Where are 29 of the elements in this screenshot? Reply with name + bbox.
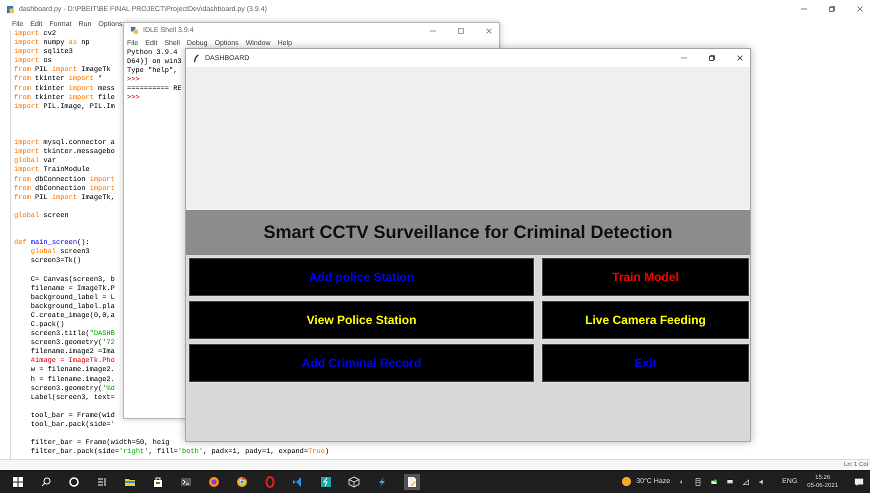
ring-icon[interactable] [264, 476, 276, 488]
circle-icon[interactable] [68, 476, 80, 488]
browser-icon[interactable] [236, 476, 248, 488]
menu-button[interactable]: View Police Station [189, 301, 534, 339]
sun-icon [621, 476, 632, 487]
maximize-icon[interactable] [457, 26, 465, 34]
terminal-icon[interactable] [180, 476, 192, 488]
menu-button[interactable]: Train Model [542, 258, 749, 296]
app-heading: Smart CCTV Surveillance for Criminal Detection [263, 222, 673, 243]
python-icon [130, 26, 139, 35]
lightning-tile-icon[interactable] [320, 476, 332, 488]
lightning-icon[interactable] [376, 476, 388, 488]
network-icon[interactable] [742, 478, 750, 486]
feather-icon [192, 54, 201, 62]
menu-button[interactable]: Live Camera Feeding [542, 301, 749, 339]
file-edit-icon[interactable] [404, 474, 420, 490]
task-view-icon[interactable] [96, 476, 108, 488]
python-file-icon [6, 4, 15, 14]
browser-icon[interactable] [208, 476, 220, 488]
close-icon[interactable] [736, 54, 744, 62]
restore-icon[interactable] [708, 54, 716, 62]
code-editor-icon[interactable] [292, 476, 304, 488]
windows-logo-icon[interactable] [12, 476, 24, 488]
close-icon[interactable] [856, 5, 864, 13]
restore-icon[interactable] [828, 5, 836, 13]
shopping-bag-icon[interactable] [152, 476, 164, 488]
cube-icon[interactable] [348, 476, 360, 488]
search-icon[interactable] [40, 476, 52, 488]
notification-icon[interactable] [854, 476, 864, 486]
